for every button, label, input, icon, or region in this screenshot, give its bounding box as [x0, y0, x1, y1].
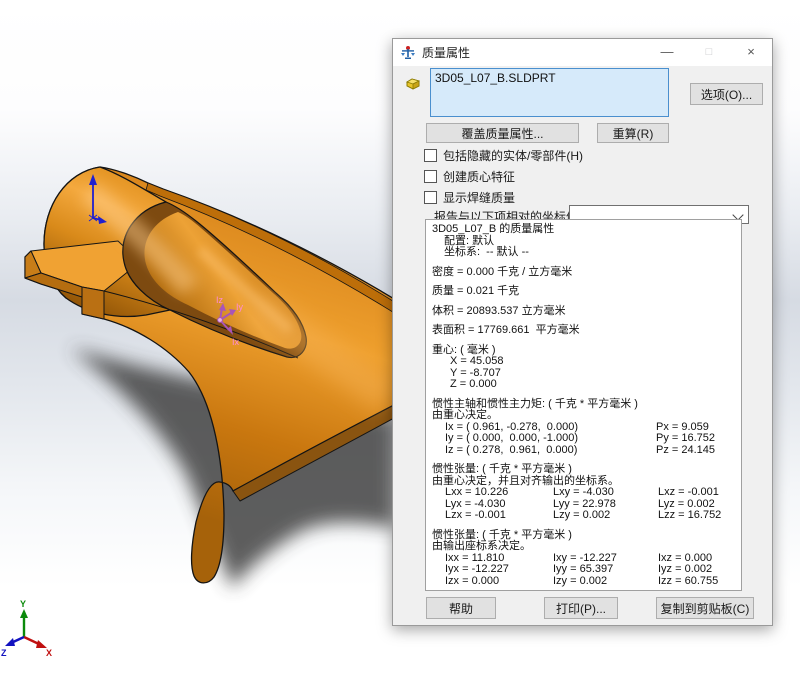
- mass-properties-icon: [400, 45, 416, 61]
- dialog-titlebar[interactable]: 质量属性 — □ ×: [393, 39, 772, 66]
- minimize-icon[interactable]: —: [646, 39, 688, 66]
- tensor-row: Izx = 0.000 Izy = 0.002 Izz = 60.755: [432, 576, 735, 588]
- part-file-icon: [404, 74, 422, 92]
- density-value: 密度 = 0.000 千克 / 立方毫米: [432, 267, 735, 279]
- tensor-output-subtitle: 由输出座标系决定。: [432, 541, 735, 553]
- help-button[interactable]: 帮助: [426, 597, 496, 619]
- principal-subtitle: 由重心决定。: [432, 410, 735, 422]
- principal-row: Iz = ( 0.278, 0.961, 0.000) Pz = 24.145: [432, 445, 735, 457]
- report-title: 3D05_L07_B 的质量属性: [432, 224, 735, 236]
- com-z: Z = 0.000: [432, 379, 735, 391]
- dialog-title: 质量属性: [422, 44, 470, 61]
- tensor-row: Lxx = 10.226 Lxy = -4.030 Lxz = -0.001: [432, 487, 735, 499]
- show-weld-mass-label: 显示焊缝质量: [443, 189, 515, 206]
- mass-properties-dialog: 质量属性 — □ × 3D05_L07_B.SLDPRT 选项(O)... 覆盖…: [392, 38, 773, 626]
- tensor-row: Iyx = -12.227 Iyy = 65.397 Iyz = 0.002: [432, 564, 735, 576]
- mass-value: 质量 = 0.021 千克: [432, 286, 735, 298]
- create-com-feature-label: 创建质心特征: [443, 168, 515, 185]
- recalculate-button[interactable]: 重算(R): [597, 123, 669, 143]
- axis-label-z: Z: [1, 648, 7, 658]
- selected-part-listbox[interactable]: 3D05_L07_B.SLDPRT: [430, 68, 669, 117]
- maximize-icon[interactable]: □: [688, 39, 730, 66]
- close-icon[interactable]: ×: [730, 39, 772, 66]
- principal-axis-label-iy: Iy: [236, 302, 244, 312]
- tensor-row: Lzx = -0.001 Lzy = 0.002 Lzz = 16.752: [432, 510, 735, 522]
- principal-axis-label-iz: Iz: [216, 295, 224, 305]
- axis-label-x: X: [46, 648, 52, 658]
- checkbox-row[interactable]: 包括隐藏的实体/零部件(H): [424, 147, 744, 163]
- copy-to-clipboard-button[interactable]: 复制到剪贴板(C): [656, 597, 754, 619]
- selected-part-name: 3D05_L07_B.SLDPRT: [435, 71, 556, 85]
- options-button[interactable]: 选项(O)...: [690, 83, 763, 105]
- surface-area-value: 表面积 = 17769.661 平方毫米: [432, 325, 735, 337]
- com-x: X = 45.058: [432, 356, 735, 368]
- plate-notch-face: [82, 287, 104, 319]
- print-button[interactable]: 打印(P)...: [544, 597, 618, 619]
- tensor-centroid-title: 惯性张量: ( 千克 * 平方毫米 ): [432, 464, 735, 476]
- show-weld-mass-checkbox[interactable]: [424, 191, 437, 204]
- include-hidden-checkbox[interactable]: [424, 149, 437, 162]
- checkbox-row[interactable]: 创建质心特征: [424, 168, 744, 184]
- report-coord-system: 坐标系: -- 默认 --: [432, 247, 735, 259]
- volume-value: 体积 = 20893.537 立方毫米: [432, 306, 735, 318]
- create-com-feature-checkbox[interactable]: [424, 170, 437, 183]
- checkbox-row[interactable]: 显示焊缝质量: [424, 189, 744, 205]
- principal-axis-label-ix: Ix: [232, 337, 240, 347]
- axis-label-y: Y: [20, 599, 26, 609]
- mass-properties-report[interactable]: 3D05_L07_B 的质量属性 配置: 默认 坐标系: -- 默认 -- 密度…: [425, 219, 742, 591]
- principal-row: Iy = ( 0.000, 0.000, -1.000) Py = 16.752: [432, 433, 735, 445]
- viewport-axis-triad: Y X Z: [1, 599, 52, 658]
- override-mass-properties-button[interactable]: 覆盖质量属性...: [426, 123, 579, 143]
- include-hidden-label: 包括隐藏的实体/零部件(H): [443, 147, 583, 164]
